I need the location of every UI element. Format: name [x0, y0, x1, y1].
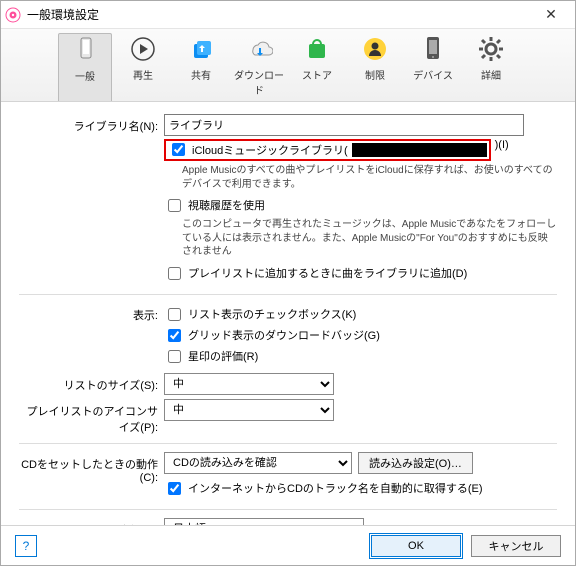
icloud-highlight: iCloudミュージックライブラリ( [164, 139, 491, 161]
tab-label: 詳細 [464, 67, 518, 82]
tab-label: デバイス [406, 67, 460, 82]
device-icon [406, 33, 460, 65]
tab-devices[interactable]: デバイス [406, 33, 460, 101]
share-icon [174, 33, 228, 65]
body: ライブラリ名(N): iCloudミュージックライブラリ( )(I) Apple… [1, 102, 575, 525]
import-settings-button[interactable]: 読み込み設定(O)… [358, 452, 473, 474]
itunes-icon [5, 7, 21, 23]
star-rating-label: 星印の評価(R) [188, 348, 258, 364]
redacted-bar [352, 143, 487, 157]
help-button[interactable]: ? [15, 535, 37, 557]
restrict-icon [348, 33, 402, 65]
playlist-icon-size-select[interactable]: 中 [164, 399, 334, 421]
tab-advanced[interactable]: 詳細 [464, 33, 518, 101]
grid-badge-label: グリッド表示のダウンロードバッジ(G) [188, 327, 380, 343]
icloud-desc: Apple Musicのすべての曲やプレイリストをiCloudに保存すれば、お使… [164, 164, 557, 191]
history-desc: このコンピュータで再生されたミュージックは、Apple Musicであなたをフォ… [164, 218, 557, 259]
preferences-window: 一般環境設定 ✕ 一般 再生 共有 ダウンロード ストア 制限 デ [0, 0, 576, 566]
general-icon [59, 34, 111, 66]
close-button[interactable]: ✕ [531, 6, 571, 23]
ok-button[interactable]: OK [371, 535, 461, 557]
library-name-label: ライブラリ名(N): [19, 114, 164, 134]
tab-download[interactable]: ダウンロード [232, 33, 286, 101]
tab-label: 再生 [116, 67, 170, 82]
tab-label: 一般 [59, 68, 111, 83]
cd-action-select[interactable]: CDの読み込みを確認 [164, 452, 352, 474]
gear-icon [464, 33, 518, 65]
playlist-add-label: プレイリストに追加するときに曲をライブラリに追加(D) [188, 265, 467, 281]
play-icon [116, 33, 170, 65]
footer: ? OK キャンセル [1, 525, 575, 565]
library-name-input[interactable] [164, 114, 524, 136]
playlist-add-checkbox[interactable] [168, 267, 181, 280]
list-size-label: リストのサイズ(S): [19, 373, 164, 393]
tab-label: ダウンロード [232, 67, 286, 97]
tab-label: 制限 [348, 67, 402, 82]
history-checkbox[interactable] [168, 199, 181, 212]
titlebar: 一般環境設定 ✕ [1, 1, 575, 29]
icloud-suffix: )(I) [495, 139, 509, 151]
playlist-icon-size-label: プレイリストのアイコンサイズ(P): [19, 399, 164, 435]
tab-label: 共有 [174, 67, 228, 82]
list-size-select[interactable]: 中 [164, 373, 334, 395]
internet-track-label: インターネットからCDのトラック名を自動的に取得する(E) [188, 480, 483, 496]
cd-action-label: CDをセットしたときの動作(C): [19, 452, 164, 484]
tab-label: ストア [290, 67, 344, 82]
cloud-download-icon [232, 33, 286, 65]
window-title: 一般環境設定 [27, 6, 531, 23]
internet-track-checkbox[interactable] [168, 482, 181, 495]
star-rating-option[interactable] [168, 350, 181, 363]
language-label: 言語(L): [19, 518, 164, 526]
tab-restrictions[interactable]: 制限 [348, 33, 402, 101]
tab-general[interactable]: 一般 [58, 33, 112, 101]
grid-badge-option[interactable] [168, 329, 181, 342]
list-checkbox-label: リスト表示のチェックボックス(K) [188, 306, 356, 322]
history-label: 視聴履歴を使用 [188, 197, 265, 213]
icloud-music-label: iCloudミュージックライブラリ( [192, 142, 348, 158]
cancel-button[interactable]: キャンセル [471, 535, 561, 557]
toolbar: 一般 再生 共有 ダウンロード ストア 制限 デバイス 詳細 [1, 29, 575, 102]
list-checkbox-option[interactable] [168, 308, 181, 321]
display-label: 表示: [19, 303, 164, 323]
tab-sharing[interactable]: 共有 [174, 33, 228, 101]
icloud-music-checkbox[interactable] [172, 143, 185, 156]
tab-playback[interactable]: 再生 [116, 33, 170, 101]
language-select[interactable]: 日本語 [164, 518, 364, 526]
tab-store[interactable]: ストア [290, 33, 344, 101]
store-icon [290, 33, 344, 65]
